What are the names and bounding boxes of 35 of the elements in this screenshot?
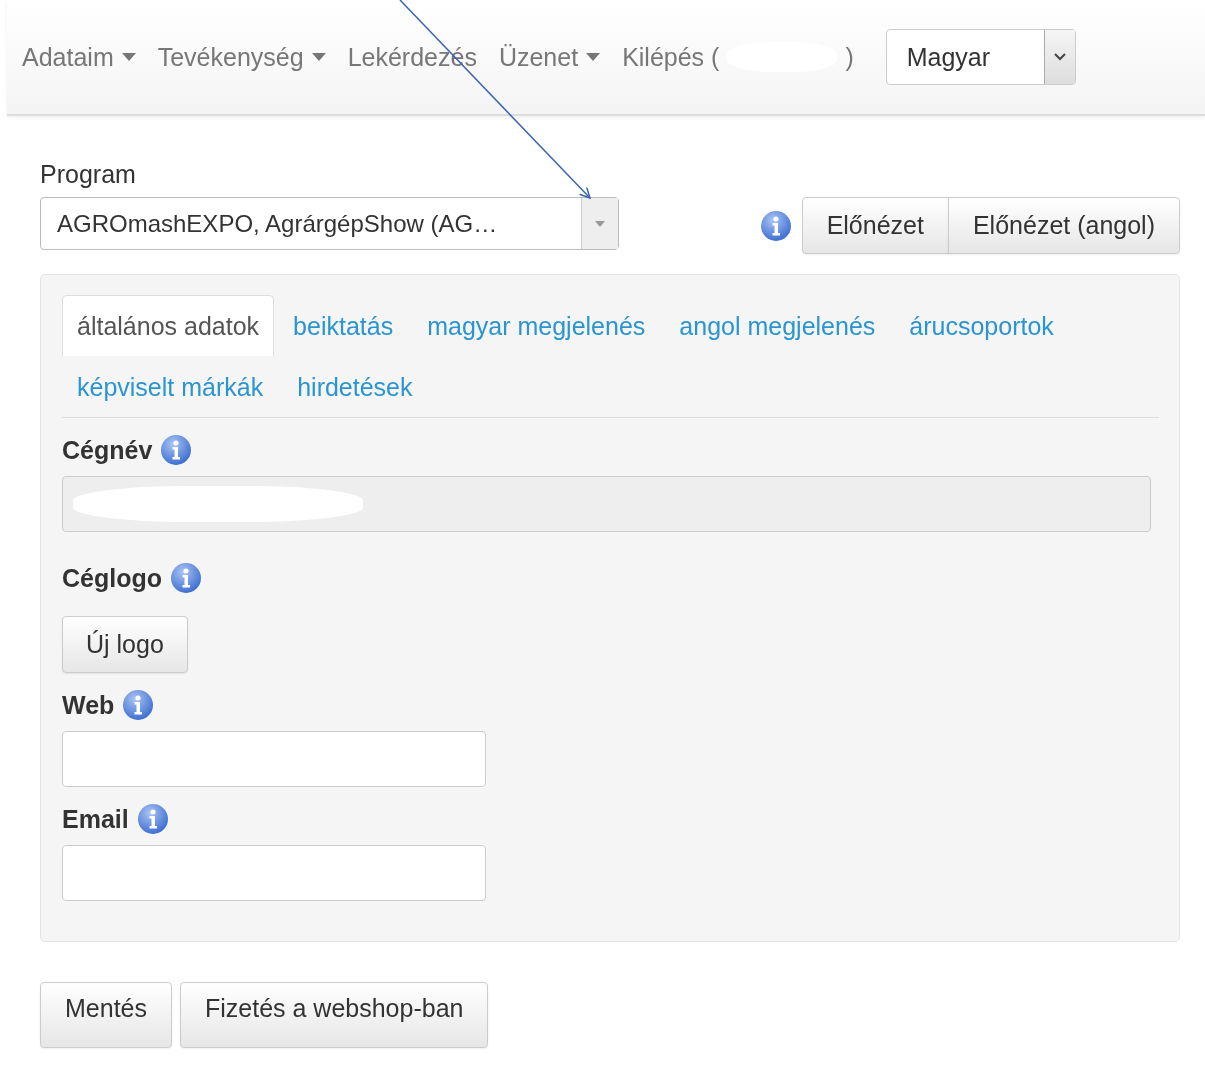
- field-label: Céglogo: [62, 563, 162, 593]
- caret-icon: [311, 53, 326, 61]
- tab[interactable]: árucsoportok: [894, 295, 1069, 356]
- field-label: Web: [62, 690, 115, 720]
- tab[interactable]: általános adatok: [62, 295, 275, 356]
- caret-icon: [121, 53, 136, 61]
- nav-menu-item[interactable]: Kilépés ( ): [622, 42, 854, 72]
- preview-button[interactable]: Előnézet: [801, 197, 949, 254]
- caret-icon: [595, 220, 605, 227]
- tab[interactable]: képviselt márkák: [62, 356, 279, 417]
- preview-button[interactable]: Előnézet (angol): [947, 197, 1180, 254]
- nav-menu-item[interactable]: Üzenet: [498, 42, 601, 72]
- action-button[interactable]: Fizetés a webshop-ban: [180, 982, 489, 1048]
- text-input-field[interactable]: [62, 845, 486, 901]
- program-select[interactable]: AGROmashEXPO, AgrárgépShow (AG…: [40, 197, 619, 250]
- new-logo-button[interactable]: Új logo: [62, 616, 188, 673]
- tab[interactable]: hirdetések: [282, 356, 428, 417]
- field-label: Cégnév: [62, 435, 153, 465]
- caret-icon: [586, 53, 601, 61]
- tab[interactable]: angol megjelenés: [664, 295, 891, 356]
- info-icon[interactable]: [170, 562, 202, 594]
- tab[interactable]: beiktatás: [278, 295, 409, 356]
- info-icon[interactable]: [136, 803, 169, 835]
- action-button[interactable]: Mentés: [40, 982, 172, 1048]
- info-icon[interactable]: [122, 689, 155, 721]
- tab[interactable]: magyar megjelenés: [412, 295, 661, 356]
- nav-menu-item[interactable]: Tevékenység: [157, 42, 326, 72]
- language-select[interactable]: Magyar: [885, 29, 1076, 85]
- info-icon[interactable]: [160, 434, 193, 466]
- nav-menu-item[interactable]: Adataim: [22, 42, 136, 72]
- field-label: Email: [62, 804, 129, 834]
- chevron-down-icon: [1053, 53, 1066, 61]
- field-label: Program: [40, 160, 137, 189]
- text-input-field[interactable]: [62, 731, 486, 787]
- info-icon[interactable]: [759, 209, 792, 242]
